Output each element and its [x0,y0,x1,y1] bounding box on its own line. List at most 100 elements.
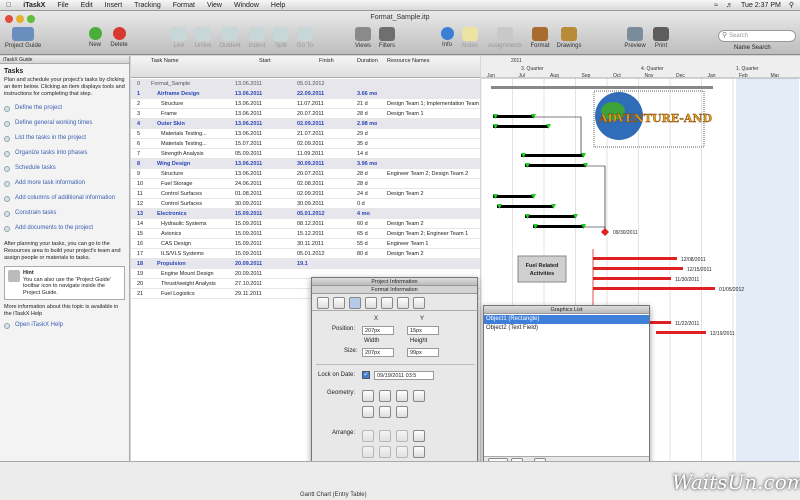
menu-edit[interactable]: Edit [75,2,99,9]
notes-button[interactable]: Notes [455,27,485,49]
col-finish[interactable]: Finish [319,58,334,64]
geometry-button-7[interactable] [396,406,408,418]
table-row[interactable]: 10 Fuel Storage 24.06.2011 02.08.2011 28 d [131,179,480,189]
table-row[interactable]: 13 Electronics 15.09.2011 05.01.2012 4 mo [131,209,480,219]
arrange-button-5[interactable] [362,446,374,458]
wifi-icon[interactable]: ≈ [714,2,718,9]
height-field[interactable]: 99px [407,348,439,357]
guide-item-add-documents[interactable]: Add documents to the project [4,225,125,236]
table-row[interactable]: 2 Structure 13.06.2011 11.07.2011 21 d Design… [131,99,480,109]
geometry-button-1[interactable] [362,390,374,402]
menu-view[interactable]: View [201,2,228,9]
apple-icon[interactable]:  [0,2,17,9]
table-row[interactable]: 11 Control Surfaces 01.08.2011 02.09.2011 24… [131,189,480,199]
guide-item-organize-tasks[interactable]: Organize tasks into phases [4,150,125,161]
sidebar-intro: Plan and schedule your project's tasks b… [4,77,125,97]
task-bar [525,164,585,167]
tab-text-icon[interactable] [381,297,393,309]
menu-tracking[interactable]: Tracking [128,2,167,9]
geometry-button-3[interactable] [396,390,408,402]
search-input[interactable]: Search [718,30,796,42]
filters-button[interactable]: Filters [372,27,402,49]
task-name-cell: Control Surfaces [161,191,202,197]
graphics-list-item[interactable]: Object2 (Text Field) [484,324,649,333]
arrange-button-4[interactable] [413,430,425,442]
col-duration[interactable]: Duration [357,58,378,64]
col-start[interactable]: Start [259,58,271,64]
geometry-button-4[interactable] [413,390,425,402]
table-row[interactable]: 7 Strength Analysis 05.09.2011 11.09.2011 14… [131,149,480,159]
app-menu[interactable]: iTaskX [17,2,51,9]
spotlight-icon[interactable]: ⚲ [789,1,794,9]
print-button[interactable]: Print [646,27,676,49]
milestone-diamond [601,228,609,236]
table-row[interactable]: 4 Outer Skin 13.06.2011 02.09.2011 2.98 mo [131,119,480,129]
project-guide-button[interactable]: Project Guide [0,27,46,49]
graphics-list-item[interactable]: Object1 (Rectangle) [484,315,649,324]
tab-link-icon[interactable] [333,297,345,309]
guide-item-define-project[interactable]: Define the project [4,105,125,116]
project-guide-sidebar: iTaskX Guide Tasks Plan and schedule you… [0,56,130,500]
guide-item-schedule-tasks[interactable]: Schedule tasks [4,165,125,176]
table-row[interactable]: 1 Airframe Design 13.06.2011 22.09.2011 3.66… [131,89,480,99]
start-cell: 13.06.2011 [235,171,263,177]
finish-cell: 11.07.2011 [297,101,324,107]
menu-help[interactable]: Help [265,2,291,9]
y-field[interactable]: 15px [407,326,439,335]
arrange-button-7[interactable] [396,446,408,458]
guide-item-more-info[interactable]: Add more task information [4,180,125,191]
tab-grid-icon[interactable] [413,297,425,309]
open-help-link[interactable]: Open iTaskX Help [4,322,125,333]
unlink-button[interactable]: Unlink [188,27,218,49]
table-row[interactable]: 12 Control Surfaces 30.09.2011 30.09.2011 0 … [131,199,480,209]
width-field[interactable]: 207px [362,348,394,357]
table-row[interactable]: 14 Hydraulic Systems 15.09.2011 08.12.2011 6… [131,219,480,229]
arrange-button-2[interactable] [379,430,391,442]
format-button[interactable]: Format [525,27,555,49]
tab-general-icon[interactable] [317,297,329,309]
table-row[interactable]: 5 Materials Testing... 13.06.2011 21.07.201… [131,129,480,139]
clock[interactable]: Tue 2:37 PM [741,2,781,9]
guide-item-add-columns[interactable]: Add columns of additional information [4,195,125,206]
geometry-button-6[interactable] [379,406,391,418]
col-task-name[interactable]: Task Name [151,58,179,64]
arrange-button-6[interactable] [379,446,391,458]
guide-item-working-times[interactable]: Define general working times [4,120,125,131]
table-row[interactable]: 17 ILS/VLS Systems 15.09.2011 05.01.2012 80 … [131,249,480,259]
table-row[interactable]: 0 Format_Sample 13.06.2011 05.01.2012 [131,79,480,89]
volume-icon[interactable]: ♬ [726,2,733,9]
goto-button[interactable]: Go To [290,27,320,49]
geometry-button-2[interactable] [379,390,391,402]
table-row[interactable]: 16 CAS Design 15.09.2011 30.11.2011 55 d Engi… [131,239,480,249]
row-id: 7 [137,151,141,157]
lock-date-field[interactable]: 09/19/2011 03:5 [374,371,434,380]
table-row[interactable]: 18 Propulsion 20.09.2011 19.1 [131,259,480,269]
menu-window[interactable]: Window [228,2,265,9]
geometry-button-5[interactable] [362,406,374,418]
divider [316,364,475,365]
table-row[interactable]: 8 Wing Design 13.06.2011 30.09.2011 3.96 mo [131,159,480,169]
menu-file[interactable]: File [51,2,74,9]
arrange-button-8[interactable] [413,446,425,458]
arrange-button-3[interactable] [396,430,408,442]
outdent-button[interactable]: Outdent [215,27,245,49]
x-field[interactable]: 207px [362,326,394,335]
guide-item-list-tasks[interactable]: List the tasks in the project [4,135,125,146]
finish-cell: 02.08.2011 [297,181,325,187]
tab-shadow-icon[interactable] [397,297,409,309]
lock-on-date-checkbox[interactable]: ✓ [362,371,370,379]
delete-button[interactable]: Delete [104,27,134,48]
table-row[interactable]: 3 Frame 13.06.2011 20.07.2011 28 d Design Tea… [131,109,480,119]
assignments-button[interactable]: Assignments [485,27,525,49]
tab-fill-icon[interactable] [365,297,377,309]
drawings-button[interactable]: Drawings [554,27,584,49]
table-row[interactable]: 6 Materials Testing... 15.07.2011 02.09.201… [131,139,480,149]
guide-item-constrain-tasks[interactable]: Constrain tasks [4,210,125,221]
table-row[interactable]: 15 Avionics 15.09.2011 15.12.2011 65 d Design… [131,229,480,239]
menu-insert[interactable]: Insert [99,2,129,9]
arrange-button-1[interactable] [362,430,374,442]
table-row[interactable]: 9 Structure 13.06.2011 20.07.2011 28 d Engine… [131,169,480,179]
menu-format[interactable]: Format [167,2,201,9]
tab-pencil-icon[interactable] [349,297,361,309]
col-resources[interactable]: Resource Names [387,58,430,64]
